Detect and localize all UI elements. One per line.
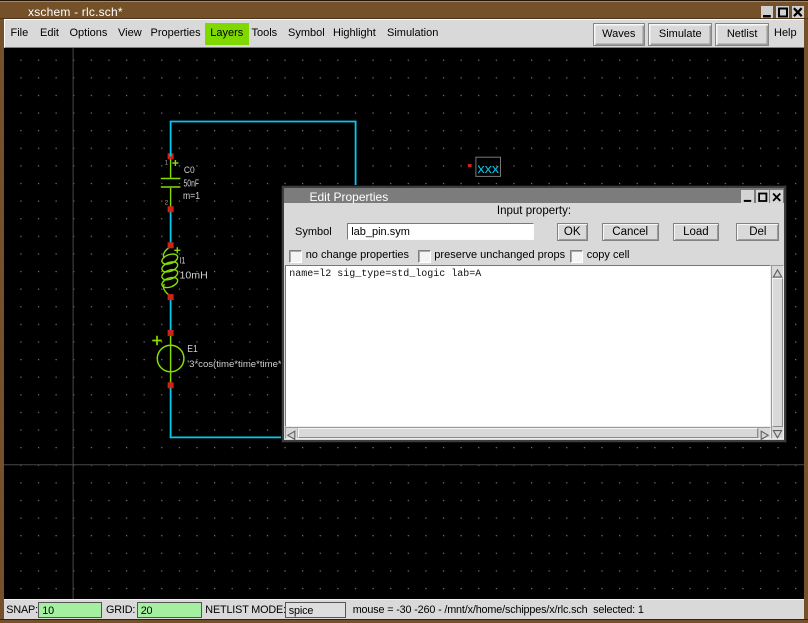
svg-text:C0: C0 [184, 165, 195, 176]
svg-text:E1: E1 [187, 344, 198, 355]
svg-text:'3*cos(time*time*time*t: '3*cos(time*time*time*t [187, 358, 284, 369]
svg-text:50nF: 50nF [184, 178, 200, 189]
svg-text:m=1: m=1 [183, 191, 200, 202]
svg-text:2: 2 [165, 199, 169, 206]
svg-text:1: 1 [165, 159, 169, 166]
svg-text:xxx: xxx [478, 161, 500, 176]
svg-text:l1: l1 [180, 255, 186, 266]
svg-text:10mH: 10mH [180, 270, 208, 281]
